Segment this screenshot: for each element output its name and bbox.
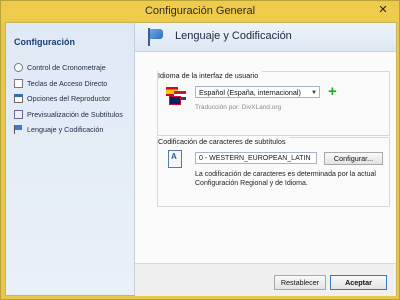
sidebar-nav: Control de Cronometraje Teclas de Acceso… bbox=[14, 60, 132, 138]
configure-button[interactable]: Configurar... bbox=[324, 152, 383, 165]
flag-icon bbox=[14, 125, 23, 135]
language-select-value: Español (España, internacional) bbox=[199, 88, 301, 97]
plus-icon[interactable]: + bbox=[328, 82, 337, 102]
sidebar-item-label: Control de Cronometraje bbox=[27, 63, 106, 73]
language-flags-icon bbox=[166, 87, 188, 105]
panel-header: Lenguaje y Codificación bbox=[135, 23, 396, 52]
sidebar-item-language[interactable]: Lenguaje y Codificación bbox=[14, 122, 132, 138]
sidebar: Configuración Control de Cronometraje Te… bbox=[6, 23, 135, 295]
flag-icon bbox=[147, 28, 165, 46]
language-select[interactable]: Español (España, internacional) ▼ bbox=[195, 86, 320, 98]
sidebar-item-label: Lenguaje y Codificación bbox=[27, 125, 104, 135]
window-title: Configuración General bbox=[144, 5, 256, 17]
translator-credit: Traducción por: DivXLand.org bbox=[195, 104, 282, 111]
sidebar-item-timing[interactable]: Control de Cronometraje bbox=[14, 60, 132, 76]
sidebar-item-preview[interactable]: Previsualización de Subtítulos bbox=[14, 107, 132, 123]
sidebar-title: Configuración bbox=[14, 37, 75, 47]
page-title: Lenguaje y Codificación bbox=[175, 30, 292, 42]
encoding-field: 0 - WESTERN_EUROPEAN_LATIN bbox=[195, 152, 317, 164]
settings-window: Configuración General ✕ Configuración Co… bbox=[0, 0, 400, 300]
sidebar-item-label: Teclas de Acceso Directo bbox=[27, 78, 108, 88]
encoding-group: Codificación de caracteres de subtítulos… bbox=[157, 137, 390, 207]
title-bar[interactable]: Configuración General ✕ bbox=[1, 1, 399, 21]
dialog-footer: Restablecer Aceptar bbox=[135, 263, 396, 296]
close-icon[interactable]: ✕ bbox=[375, 2, 391, 18]
accept-button[interactable]: Aceptar bbox=[330, 275, 387, 290]
clock-icon bbox=[14, 63, 23, 73]
dialog-body: Configuración Control de Cronometraje Te… bbox=[5, 22, 397, 296]
sidebar-item-shortcuts[interactable]: Teclas de Acceso Directo bbox=[14, 76, 132, 92]
sidebar-item-label: Previsualización de Subtítulos bbox=[27, 109, 123, 119]
keyboard-icon bbox=[14, 78, 23, 88]
player-icon bbox=[14, 94, 23, 104]
reset-button[interactable]: Restablecer bbox=[274, 275, 326, 290]
chevron-down-icon[interactable]: ▼ bbox=[311, 87, 317, 99]
encoding-doc-icon bbox=[168, 150, 182, 168]
sidebar-item-label: Opciones del Reproductor bbox=[27, 94, 111, 104]
sidebar-item-player[interactable]: Opciones del Reproductor bbox=[14, 91, 132, 107]
settings-panel: Lenguaje y Codificación Idioma de la int… bbox=[135, 23, 396, 296]
language-group-title: Idioma de la interfaz de usuario bbox=[158, 71, 263, 80]
encoding-note: La codificación de caracteres es determi… bbox=[195, 171, 376, 187]
language-group: Idioma de la interfaz de usuario Español… bbox=[157, 71, 390, 136]
preview-icon bbox=[14, 109, 23, 119]
encoding-group-title: Codificación de caracteres de subtítulos bbox=[158, 137, 290, 146]
